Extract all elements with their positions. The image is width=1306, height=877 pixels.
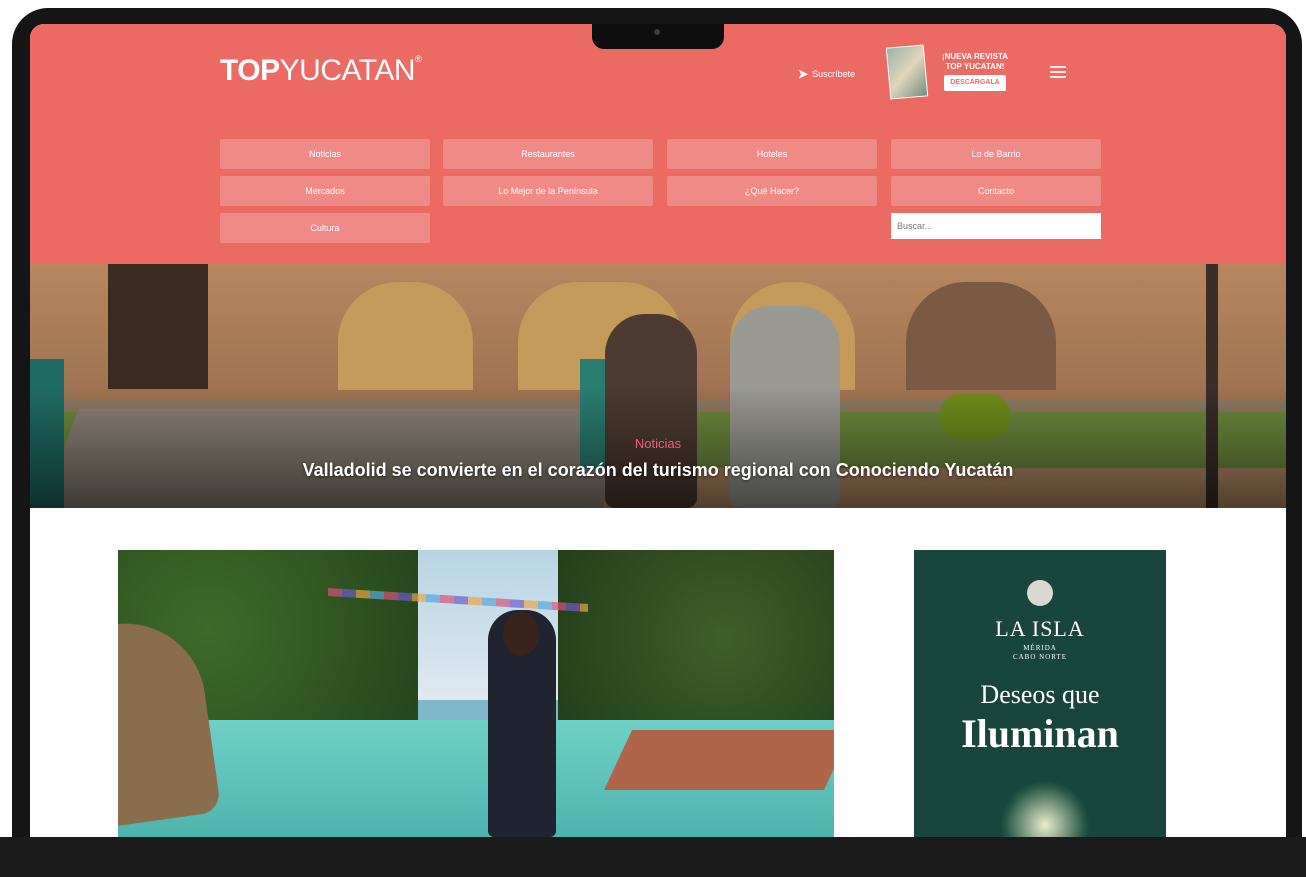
ad-light-glow (1000, 780, 1090, 837)
menu-item-cultura[interactable]: Cultura (220, 213, 430, 243)
logo-light-text: YUCATAN (279, 54, 416, 87)
logo-bold-text: TOP (220, 54, 280, 87)
suscribe-label: Suscríbete (812, 69, 856, 79)
main-menu: Noticias Restaurantes Hoteles Lo de Barr… (30, 109, 1286, 264)
search-input[interactable] (891, 213, 1101, 239)
menu-item-lo-mejor-peninsula[interactable]: Lo Mejor de la Península (443, 176, 653, 206)
ad-headline-2: Iluminan (961, 711, 1119, 756)
magazine-promo: ¡NUEVA REVISTA TOP YUCATAN! DESCÁRGALA (930, 52, 1020, 91)
article-photo[interactable] (118, 550, 834, 837)
hero-category[interactable]: Noticias (30, 436, 1286, 451)
photo-deck (604, 730, 834, 790)
menu-item-restaurantes[interactable]: Restaurantes (443, 139, 653, 169)
magazine-promo-line2: TOP YUCATAN! (945, 62, 1005, 71)
photo-person-head (503, 612, 539, 656)
camera-icon (654, 29, 660, 35)
menu-item-que-hacer[interactable]: ¿Qué Hacer? (667, 176, 877, 206)
menu-item-lo-de-barrio[interactable]: Lo de Barrio (891, 139, 1101, 169)
hero-title[interactable]: Valladolid se convierte en el corazón de… (30, 460, 1286, 481)
ad-headline-1: Deseos que (980, 680, 1100, 709)
browser-screen: TOPYUCATAN® ➤ Suscríbete ¡NUEVA REVISTA … (30, 24, 1286, 837)
ad-brand: LA ISLA (995, 616, 1085, 641)
suscribe-link[interactable]: ➤ Suscríbete (798, 67, 855, 81)
menu-item-noticias[interactable]: Noticias (220, 139, 430, 169)
hero-banner[interactable]: Noticias Valladolid se convierte en el c… (30, 264, 1286, 508)
camera-notch (592, 24, 724, 49)
content-area: LA ISLA MÉRIDA CABO NORTE Deseos que Ilu… (30, 508, 1286, 837)
magazine-cover-image[interactable] (885, 44, 929, 100)
hamburger-menu-icon[interactable] (1050, 66, 1066, 78)
menu-item-hoteles[interactable]: Hoteles (667, 139, 877, 169)
menu-item-contacto[interactable]: Contacto (891, 176, 1101, 206)
logo-registered-mark: ® (415, 54, 422, 64)
laptop-base (0, 837, 1306, 877)
arrow-right-icon: ➤ (798, 67, 809, 81)
la-isla-logo-icon (1027, 580, 1053, 606)
ad-banner-la-isla[interactable]: LA ISLA MÉRIDA CABO NORTE Deseos que Ilu… (914, 550, 1166, 837)
ad-sub-line2: CABO NORTE (1012, 653, 1068, 661)
magazine-promo-line1: ¡NUEVA REVISTA (941, 52, 1009, 61)
download-magazine-button[interactable]: DESCÁRGALA (944, 75, 1006, 91)
menu-item-mercados[interactable]: Mercados (220, 176, 430, 206)
ad-sub-line1: MÉRIDA (1023, 644, 1057, 652)
site-logo[interactable]: TOPYUCATAN® (220, 54, 422, 88)
ad-subtitle: MÉRIDA CABO NORTE (914, 644, 1166, 662)
